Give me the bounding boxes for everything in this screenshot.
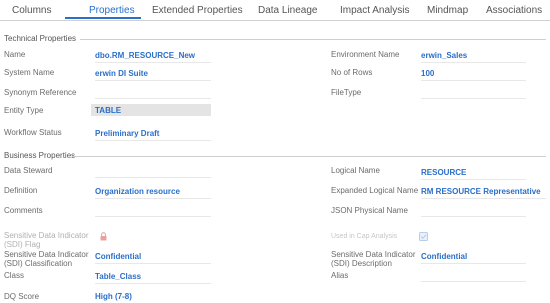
tab-extended-properties[interactable]: Extended Properties (152, 5, 243, 16)
definition-label: Definition (4, 186, 38, 195)
synonym-reference-label: Synonym Reference (4, 88, 77, 97)
section-divider (80, 39, 546, 40)
environment-name-field[interactable]: erwin_Sales (421, 49, 526, 63)
json-physical-name-field[interactable] (421, 205, 526, 217)
comments-field[interactable] (95, 205, 211, 217)
lock-icon (100, 232, 107, 241)
entity-type-field: TABLE (91, 104, 211, 116)
tab-data-lineage[interactable]: Data Lineage (258, 5, 318, 16)
expanded-logical-name-label: Expanded Logical Name (331, 186, 419, 195)
name-label: Name (4, 50, 26, 59)
data-steward-label: Data Steward (4, 166, 53, 175)
filetype-field[interactable] (421, 87, 526, 99)
comments-label: Comments (4, 206, 43, 215)
technical-properties-header: Technical Properties (4, 34, 77, 43)
sdi-description-field[interactable]: Confidential (421, 250, 526, 264)
entity-type-label: Entity Type (4, 106, 44, 115)
tab-properties[interactable]: Properties (89, 5, 135, 16)
sdi-description-label: Sensitive Data Indicator (SDI) Descripti… (331, 250, 416, 268)
sdi-classification-label: Sensitive Data Indicator (SDI) Classific… (4, 250, 89, 268)
tab-associations[interactable]: Associations (486, 5, 542, 16)
expanded-logical-name-field[interactable]: RM RESOURCE Representative (421, 185, 546, 199)
check-icon (419, 232, 428, 241)
alias-label: Alias (331, 271, 349, 280)
class-field[interactable]: Table_Class (95, 270, 211, 284)
json-physical-name-label: JSON Physical Name (331, 206, 408, 215)
workflow-status-field[interactable]: Preliminary Draft (95, 127, 211, 141)
synonym-reference-field[interactable] (95, 87, 211, 99)
sdi-classification-field[interactable]: Confidential (95, 250, 211, 264)
used-in-cap-analysis-label: Used in Cap Analysis (331, 233, 398, 240)
tab-impact-analysis[interactable]: Impact Analysis (340, 5, 409, 16)
logical-name-field[interactable]: RESOURCE (421, 166, 526, 180)
name-field[interactable]: dbo.RM_RESOURCE_New (95, 49, 211, 63)
environment-name-label: Environment Name (331, 50, 400, 59)
workflow-status-label: Workflow Status (4, 128, 62, 137)
alias-field[interactable] (421, 270, 526, 282)
tab-mindmap[interactable]: Mindmap (427, 5, 468, 16)
class-label: Class (4, 271, 25, 280)
business-properties-header: Business Properties (4, 151, 76, 160)
no-of-rows-field[interactable]: 100 (421, 67, 526, 81)
sdi-flag-label: Sensitive Data Indicator (SDI) Flag (4, 231, 89, 249)
definition-field[interactable]: Organization resource (95, 185, 211, 199)
filetype-label: FileType (331, 88, 362, 97)
tab-columns[interactable]: Columns (12, 5, 51, 16)
system-name-field[interactable]: erwin DI Suite (95, 67, 211, 81)
system-name-label: System Name (4, 68, 55, 77)
no-of-rows-label: No of Rows (331, 68, 373, 77)
active-tab-indicator (65, 17, 141, 19)
section-divider (72, 156, 546, 157)
logical-name-label: Logical Name (331, 166, 380, 175)
dq-score-field[interactable]: High (7-8) (95, 290, 211, 303)
data-steward-field[interactable] (95, 166, 211, 178)
tab-bar: Columns Properties Extended Properties D… (0, 0, 550, 21)
